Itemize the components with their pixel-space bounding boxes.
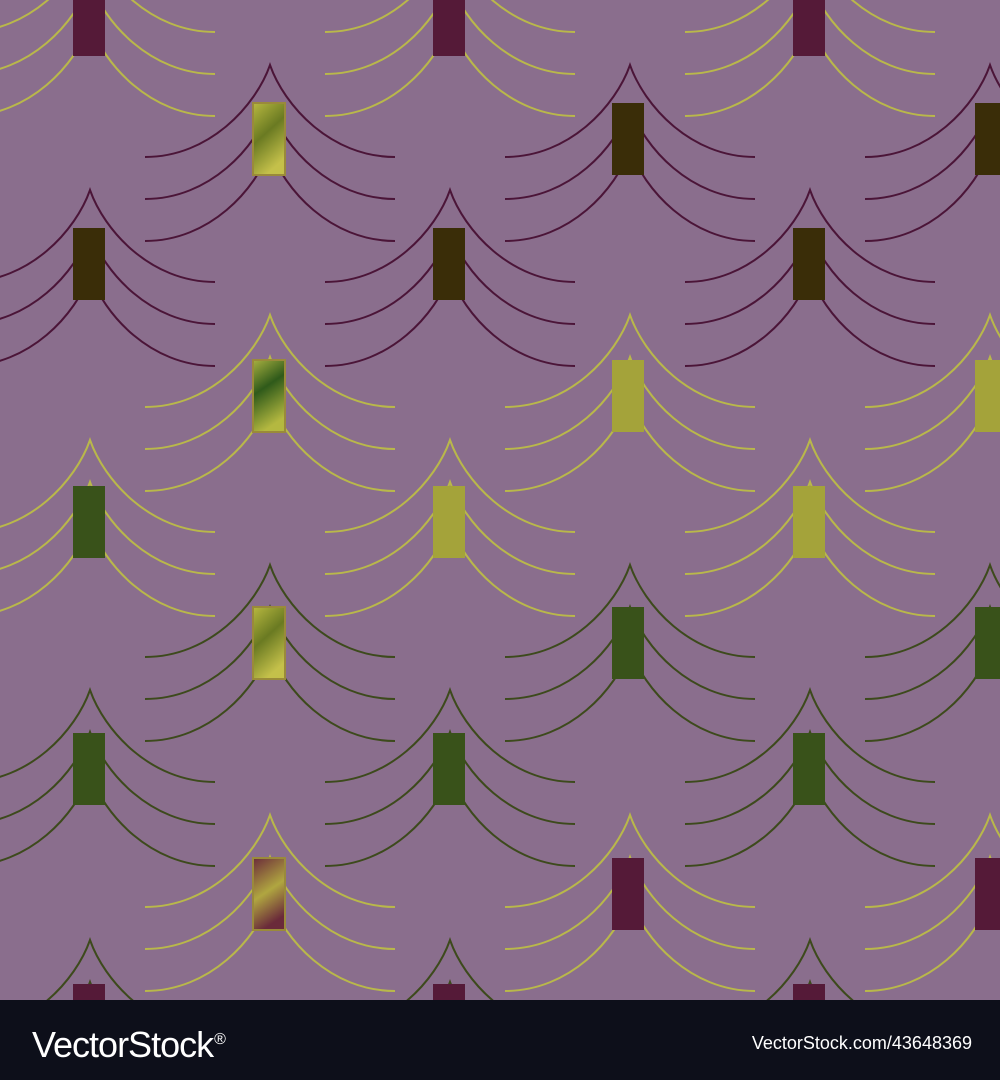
pattern-rectangle bbox=[433, 228, 465, 300]
pattern-rectangle bbox=[793, 733, 825, 805]
pattern-rectangle bbox=[252, 102, 286, 176]
watermark-footer: VectorStock® VectorStock.com/43648369 bbox=[0, 1000, 1000, 1080]
pattern-rectangle bbox=[975, 607, 1000, 679]
pattern-rectangle bbox=[612, 360, 644, 432]
pattern-rectangle bbox=[252, 857, 286, 931]
pattern-rectangle bbox=[433, 0, 465, 56]
pattern-rectangle bbox=[793, 0, 825, 56]
pattern-rectangle bbox=[252, 359, 286, 433]
pattern-rectangle bbox=[73, 486, 105, 558]
pattern-rectangle bbox=[793, 486, 825, 558]
pattern-rectangle bbox=[793, 228, 825, 300]
pattern-rectangle bbox=[612, 103, 644, 175]
pattern-rectangle bbox=[433, 486, 465, 558]
image-id-text: VectorStock.com/43648369 bbox=[751, 1033, 972, 1053]
pattern-rectangle bbox=[975, 858, 1000, 930]
pattern-rectangle bbox=[73, 0, 105, 56]
pattern-rectangle bbox=[975, 360, 1000, 432]
pattern-rectangle bbox=[433, 984, 465, 1000]
registered-mark: ® bbox=[214, 1031, 226, 1048]
pattern-rectangle bbox=[975, 103, 1000, 175]
pattern-rectangle bbox=[612, 607, 644, 679]
pattern-background bbox=[0, 0, 1000, 1000]
pattern-rectangle bbox=[793, 984, 825, 1000]
pattern-rectangle bbox=[252, 606, 286, 680]
pattern-rectangle bbox=[73, 733, 105, 805]
vectorstock-logo: VectorStock® bbox=[32, 1020, 226, 1065]
pattern-rectangle bbox=[612, 858, 644, 930]
pattern-rectangle bbox=[433, 733, 465, 805]
logo-text: VectorStock bbox=[32, 1024, 214, 1065]
pattern-rectangle bbox=[73, 228, 105, 300]
pattern-image bbox=[0, 0, 1000, 1000]
seamless-pattern bbox=[0, 0, 1000, 1000]
pattern-rectangle bbox=[73, 984, 105, 1000]
